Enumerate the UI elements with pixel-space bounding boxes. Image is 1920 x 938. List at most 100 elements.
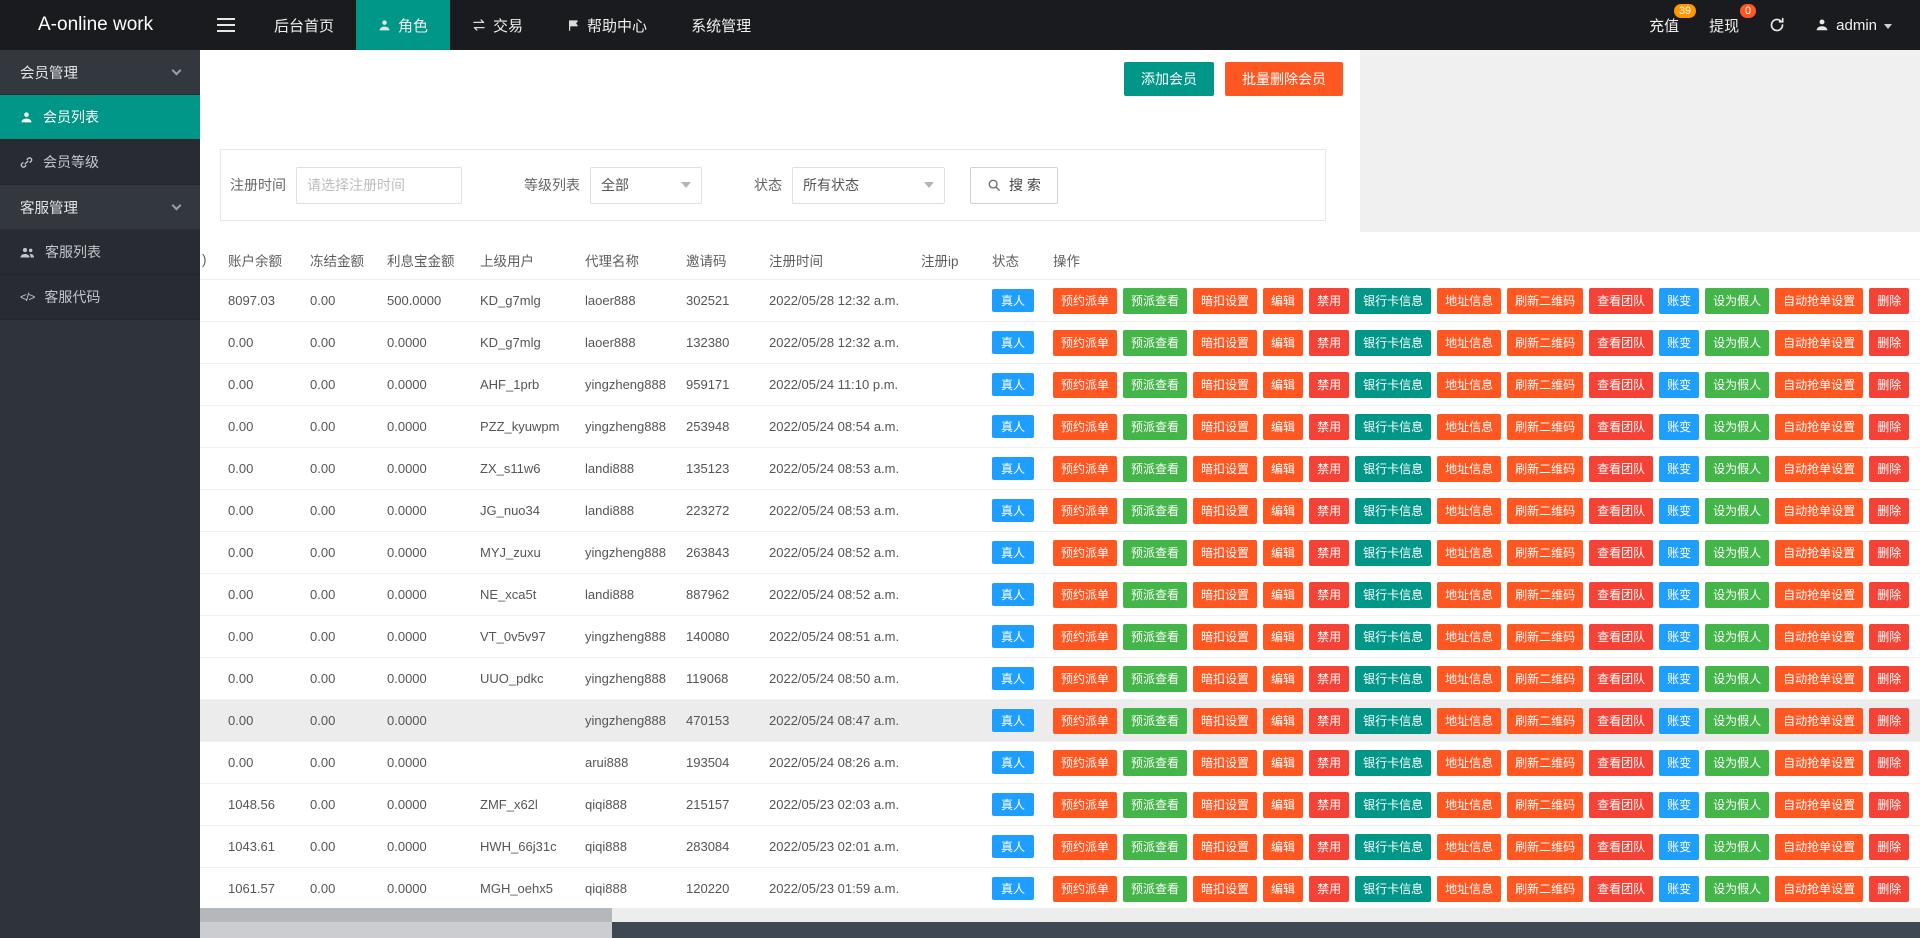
refresh-qrcode-button[interactable]: 刷新二维码 bbox=[1507, 372, 1583, 398]
set-fake-button[interactable]: 设为假人 bbox=[1705, 498, 1769, 524]
disable-button[interactable]: 禁用 bbox=[1309, 624, 1349, 650]
address-info-button[interactable]: 地址信息 bbox=[1437, 876, 1501, 902]
sidebar-group-service-management[interactable]: 客服管理 bbox=[0, 185, 200, 230]
set-fake-button[interactable]: 设为假人 bbox=[1705, 540, 1769, 566]
reserve-dispatch-button[interactable]: 预约派单 bbox=[1053, 708, 1117, 734]
address-info-button[interactable]: 地址信息 bbox=[1437, 414, 1501, 440]
address-info-button[interactable]: 地址信息 bbox=[1437, 288, 1501, 314]
view-team-button[interactable]: 查看团队 bbox=[1589, 288, 1653, 314]
hidden-deduction-button[interactable]: 暗扣设置 bbox=[1193, 372, 1257, 398]
edit-button[interactable]: 编辑 bbox=[1263, 792, 1303, 818]
disable-button[interactable]: 禁用 bbox=[1309, 540, 1349, 566]
set-fake-button[interactable]: 设为假人 bbox=[1705, 834, 1769, 860]
view-team-button[interactable]: 查看团队 bbox=[1589, 372, 1653, 398]
delete-button[interactable]: 删除 bbox=[1869, 330, 1909, 356]
edit-button[interactable]: 编辑 bbox=[1263, 750, 1303, 776]
search-button[interactable]: 搜 索 bbox=[970, 167, 1058, 204]
bank-card-info-button[interactable]: 银行卡信息 bbox=[1355, 624, 1431, 650]
account-change-button[interactable]: 账变 bbox=[1659, 414, 1699, 440]
address-info-button[interactable]: 地址信息 bbox=[1437, 708, 1501, 734]
edit-button[interactable]: 编辑 bbox=[1263, 708, 1303, 734]
account-change-button[interactable]: 账变 bbox=[1659, 876, 1699, 902]
user-menu[interactable]: admin bbox=[1815, 17, 1892, 34]
disable-button[interactable]: 禁用 bbox=[1309, 456, 1349, 482]
reserve-dispatch-button[interactable]: 预约派单 bbox=[1053, 750, 1117, 776]
bank-card-info-button[interactable]: 银行卡信息 bbox=[1355, 666, 1431, 692]
account-change-button[interactable]: 账变 bbox=[1659, 498, 1699, 524]
account-change-button[interactable]: 账变 bbox=[1659, 456, 1699, 482]
recharge-button[interactable]: 充值 39 bbox=[1649, 15, 1679, 36]
auto-grab-setting-button[interactable]: 自动抢单设置 bbox=[1775, 834, 1863, 860]
horizontal-scrollbar-track[interactable] bbox=[200, 908, 1920, 922]
dispatch-view-button[interactable]: 预派查看 bbox=[1123, 498, 1187, 524]
bank-card-info-button[interactable]: 银行卡信息 bbox=[1355, 750, 1431, 776]
hidden-deduction-button[interactable]: 暗扣设置 bbox=[1193, 540, 1257, 566]
account-change-button[interactable]: 账变 bbox=[1659, 288, 1699, 314]
set-fake-button[interactable]: 设为假人 bbox=[1705, 372, 1769, 398]
hidden-deduction-button[interactable]: 暗扣设置 bbox=[1193, 876, 1257, 902]
refresh-qrcode-button[interactable]: 刷新二维码 bbox=[1507, 540, 1583, 566]
dispatch-view-button[interactable]: 预派查看 bbox=[1123, 624, 1187, 650]
bank-card-info-button[interactable]: 银行卡信息 bbox=[1355, 792, 1431, 818]
reserve-dispatch-button[interactable]: 预约派单 bbox=[1053, 792, 1117, 818]
bank-card-info-button[interactable]: 银行卡信息 bbox=[1355, 876, 1431, 902]
hidden-deduction-button[interactable]: 暗扣设置 bbox=[1193, 582, 1257, 608]
view-team-button[interactable]: 查看团队 bbox=[1589, 582, 1653, 608]
delete-button[interactable]: 删除 bbox=[1869, 708, 1909, 734]
reserve-dispatch-button[interactable]: 预约派单 bbox=[1053, 624, 1117, 650]
view-team-button[interactable]: 查看团队 bbox=[1589, 414, 1653, 440]
bank-card-info-button[interactable]: 银行卡信息 bbox=[1355, 582, 1431, 608]
withdraw-button[interactable]: 提现 0 bbox=[1709, 15, 1739, 36]
view-team-button[interactable]: 查看团队 bbox=[1589, 456, 1653, 482]
bottom-scrollbar-thumb[interactable] bbox=[200, 922, 612, 938]
address-info-button[interactable]: 地址信息 bbox=[1437, 582, 1501, 608]
disable-button[interactable]: 禁用 bbox=[1309, 876, 1349, 902]
hidden-deduction-button[interactable]: 暗扣设置 bbox=[1193, 792, 1257, 818]
account-change-button[interactable]: 账变 bbox=[1659, 624, 1699, 650]
auto-grab-setting-button[interactable]: 自动抢单设置 bbox=[1775, 372, 1863, 398]
reserve-dispatch-button[interactable]: 预约派单 bbox=[1053, 372, 1117, 398]
auto-grab-setting-button[interactable]: 自动抢单设置 bbox=[1775, 666, 1863, 692]
set-fake-button[interactable]: 设为假人 bbox=[1705, 414, 1769, 440]
sidebar-item-service-list[interactable]: 客服列表 bbox=[0, 230, 200, 275]
refresh-qrcode-button[interactable]: 刷新二维码 bbox=[1507, 708, 1583, 734]
disable-button[interactable]: 禁用 bbox=[1309, 582, 1349, 608]
auto-grab-setting-button[interactable]: 自动抢单设置 bbox=[1775, 288, 1863, 314]
horizontal-scrollbar-thumb[interactable] bbox=[200, 908, 612, 922]
refresh-qrcode-button[interactable]: 刷新二维码 bbox=[1507, 330, 1583, 356]
dispatch-view-button[interactable]: 预派查看 bbox=[1123, 708, 1187, 734]
bank-card-info-button[interactable]: 银行卡信息 bbox=[1355, 456, 1431, 482]
delete-button[interactable]: 删除 bbox=[1869, 792, 1909, 818]
view-team-button[interactable]: 查看团队 bbox=[1589, 498, 1653, 524]
set-fake-button[interactable]: 设为假人 bbox=[1705, 666, 1769, 692]
dispatch-view-button[interactable]: 预派查看 bbox=[1123, 288, 1187, 314]
delete-button[interactable]: 删除 bbox=[1869, 582, 1909, 608]
refresh-qrcode-button[interactable]: 刷新二维码 bbox=[1507, 792, 1583, 818]
view-team-button[interactable]: 查看团队 bbox=[1589, 666, 1653, 692]
bank-card-info-button[interactable]: 银行卡信息 bbox=[1355, 498, 1431, 524]
account-change-button[interactable]: 账变 bbox=[1659, 834, 1699, 860]
edit-button[interactable]: 编辑 bbox=[1263, 456, 1303, 482]
reserve-dispatch-button[interactable]: 预约派单 bbox=[1053, 330, 1117, 356]
edit-button[interactable]: 编辑 bbox=[1263, 582, 1303, 608]
account-change-button[interactable]: 账变 bbox=[1659, 372, 1699, 398]
dispatch-view-button[interactable]: 预派查看 bbox=[1123, 876, 1187, 902]
view-team-button[interactable]: 查看团队 bbox=[1589, 330, 1653, 356]
hidden-deduction-button[interactable]: 暗扣设置 bbox=[1193, 624, 1257, 650]
hidden-deduction-button[interactable]: 暗扣设置 bbox=[1193, 498, 1257, 524]
address-info-button[interactable]: 地址信息 bbox=[1437, 540, 1501, 566]
auto-grab-setting-button[interactable]: 自动抢单设置 bbox=[1775, 624, 1863, 650]
nav-help-center[interactable]: 帮助中心 bbox=[545, 0, 669, 50]
dispatch-view-button[interactable]: 预派查看 bbox=[1123, 330, 1187, 356]
reserve-dispatch-button[interactable]: 预约派单 bbox=[1053, 834, 1117, 860]
refresh-qrcode-button[interactable]: 刷新二维码 bbox=[1507, 414, 1583, 440]
account-change-button[interactable]: 账变 bbox=[1659, 582, 1699, 608]
dispatch-view-button[interactable]: 预派查看 bbox=[1123, 792, 1187, 818]
account-change-button[interactable]: 账变 bbox=[1659, 792, 1699, 818]
auto-grab-setting-button[interactable]: 自动抢单设置 bbox=[1775, 330, 1863, 356]
set-fake-button[interactable]: 设为假人 bbox=[1705, 624, 1769, 650]
refresh-qrcode-button[interactable]: 刷新二维码 bbox=[1507, 624, 1583, 650]
bank-card-info-button[interactable]: 银行卡信息 bbox=[1355, 330, 1431, 356]
hidden-deduction-button[interactable]: 暗扣设置 bbox=[1193, 708, 1257, 734]
address-info-button[interactable]: 地址信息 bbox=[1437, 834, 1501, 860]
